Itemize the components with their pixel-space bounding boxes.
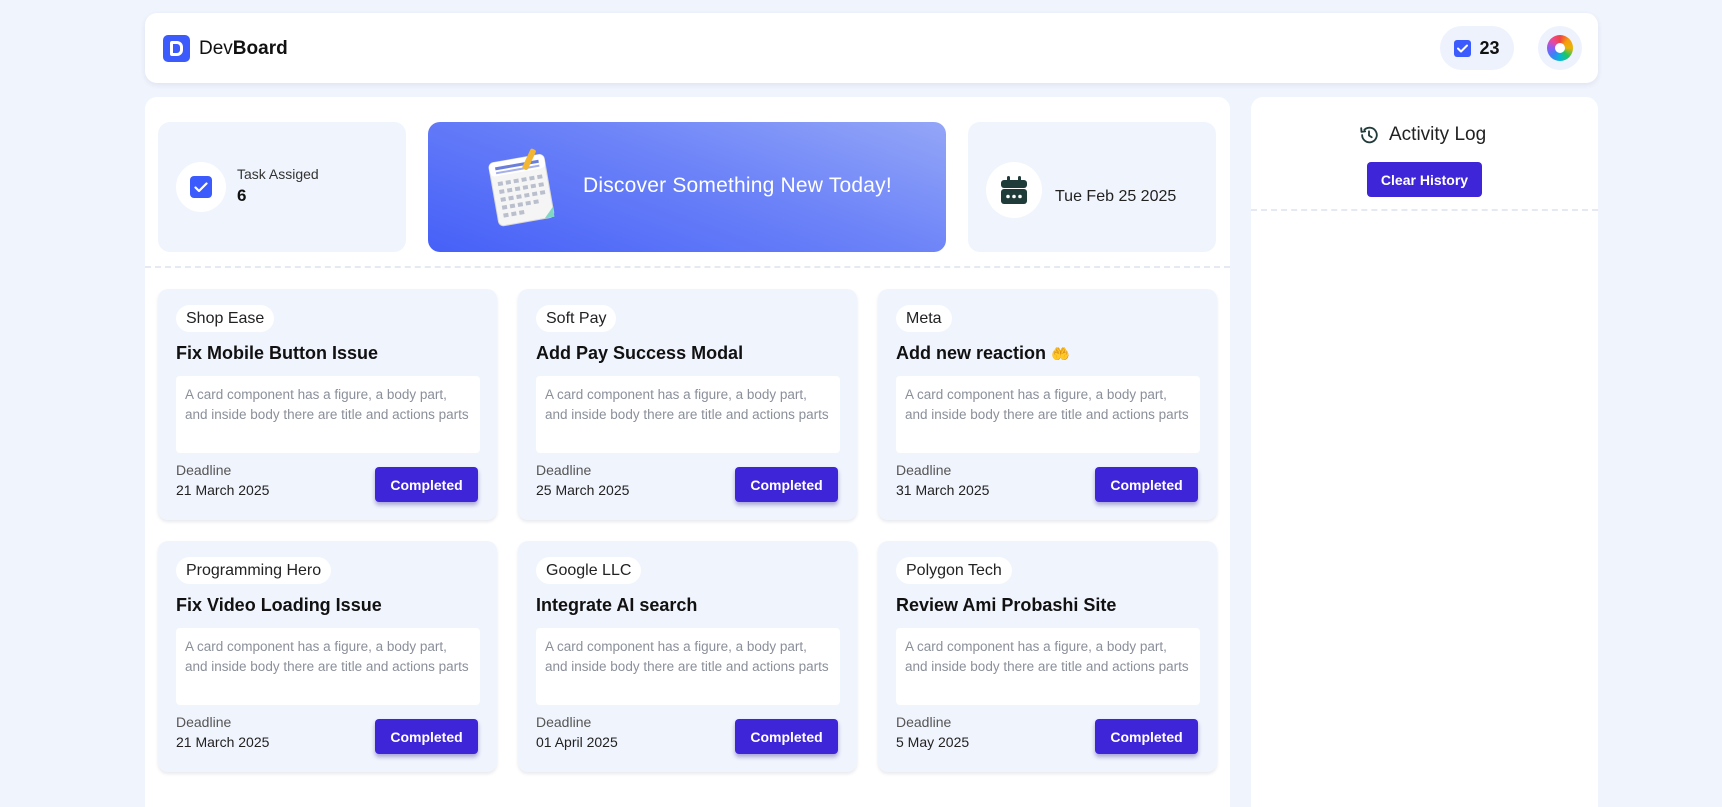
card-title: Add Pay Success Modal	[536, 343, 744, 363]
section-divider	[145, 266, 1230, 268]
activity-log-header: Activity Log	[1358, 124, 1486, 146]
task-card: Polygon Tech Review Ami Probashi Site A …	[878, 541, 1217, 772]
date-card: Tue Feb 25 2025	[968, 122, 1216, 252]
activity-log-title: Activity Log	[1389, 124, 1487, 145]
card-deadline: 21 March 2025	[176, 734, 270, 750]
card-deadline: 21 March 2025	[176, 482, 270, 498]
top-navbar: DevBoard 23	[145, 13, 1598, 83]
activity-divider	[1251, 209, 1598, 211]
card-title: Fix Mobile Button Issue	[176, 343, 379, 363]
completed-button[interactable]: Completed	[375, 719, 478, 754]
card-company-tag: Shop Ease	[176, 305, 275, 332]
card-deadline-label: Deadline	[176, 462, 232, 478]
card-company-tag: Google LLC	[536, 557, 642, 584]
card-title: Fix Video Loading Issue	[176, 595, 382, 615]
card-deadline-label: Deadline	[536, 462, 592, 478]
logo-icon	[163, 35, 190, 62]
card-deadline-label: Deadline	[176, 714, 232, 730]
completed-button[interactable]: Completed	[375, 467, 478, 502]
card-description: A card component has a figure, a body pa…	[176, 376, 480, 453]
card-title: Review Ami Probashi Site	[896, 595, 1117, 615]
card-deadline-label: Deadline	[536, 714, 592, 730]
card-title: Integrate AI search	[536, 595, 698, 615]
hands-emoji-icon: 🤲	[1051, 346, 1070, 363]
color-wheel-icon	[1547, 35, 1573, 61]
activity-log-panel: Activity Log Clear History	[1251, 97, 1598, 807]
card-description: A card component has a figure, a body pa…	[896, 376, 1200, 453]
task-assigned-label: Task Assiged	[237, 166, 319, 182]
task-card: Soft Pay Add Pay Success Modal A card co…	[518, 289, 857, 520]
card-deadline: 31 March 2025	[896, 482, 990, 498]
card-deadline-label: Deadline	[896, 462, 952, 478]
task-assigned-card: Task Assiged 6	[158, 122, 406, 252]
task-card: Google LLC Integrate AI search A card co…	[518, 541, 857, 772]
task-card: Shop Ease Fix Mobile Button Issue A card…	[158, 289, 497, 520]
completed-button[interactable]: Completed	[1095, 719, 1198, 754]
card-deadline: 25 March 2025	[536, 482, 630, 498]
theme-color-button[interactable]	[1538, 26, 1582, 70]
discover-banner: Discover Something New Today!	[428, 122, 946, 252]
completed-count: 23	[1479, 37, 1500, 58]
card-company-tag: Polygon Tech	[896, 557, 1012, 584]
checkbox-icon	[1454, 39, 1472, 57]
task-assigned-value: 6	[237, 186, 247, 205]
card-company-tag: Programming Hero	[176, 557, 332, 584]
banner-text: Discover Something New Today!	[583, 174, 892, 197]
brand-name-bold: Board	[232, 37, 288, 59]
calendar-icon	[1001, 176, 1027, 204]
card-title: Add new reaction 🤲	[896, 343, 1070, 364]
checkbox-icon	[190, 176, 212, 198]
card-description: A card component has a figure, a body pa…	[896, 628, 1200, 705]
card-title-text: Add new reaction	[896, 343, 1047, 363]
task-card: Meta Add new reaction 🤲 A card component…	[878, 289, 1217, 520]
main-panel: Task Assiged 6 Discover Something New To…	[145, 97, 1230, 807]
completed-count-badge: 23	[1440, 26, 1514, 70]
brand-name: DevBoard	[199, 38, 288, 60]
app-logo[interactable]: DevBoard	[163, 35, 288, 62]
card-deadline: 5 May 2025	[896, 734, 970, 750]
calendar-icon-circle	[986, 162, 1042, 218]
brand-name-light: Dev	[199, 37, 233, 59]
card-description: A card component has a figure, a body pa…	[536, 628, 840, 705]
card-description: A card component has a figure, a body pa…	[176, 628, 480, 705]
completed-button[interactable]: Completed	[1095, 467, 1198, 502]
task-icon-circle	[176, 162, 226, 212]
clear-history-button[interactable]: Clear History	[1367, 162, 1482, 197]
card-deadline-label: Deadline	[896, 714, 952, 730]
card-company-tag: Soft Pay	[536, 305, 617, 332]
current-date: Tue Feb 25 2025	[1055, 188, 1177, 205]
calendar-illustration-icon	[488, 148, 555, 227]
card-deadline: 01 April 2025	[536, 734, 618, 750]
completed-button[interactable]: Completed	[735, 719, 838, 754]
history-icon	[1360, 126, 1378, 144]
card-description: A card component has a figure, a body pa…	[536, 376, 840, 453]
completed-button[interactable]: Completed	[735, 467, 838, 502]
card-company-tag: Meta	[896, 305, 952, 332]
task-card: Programming Hero Fix Video Loading Issue…	[158, 541, 497, 772]
